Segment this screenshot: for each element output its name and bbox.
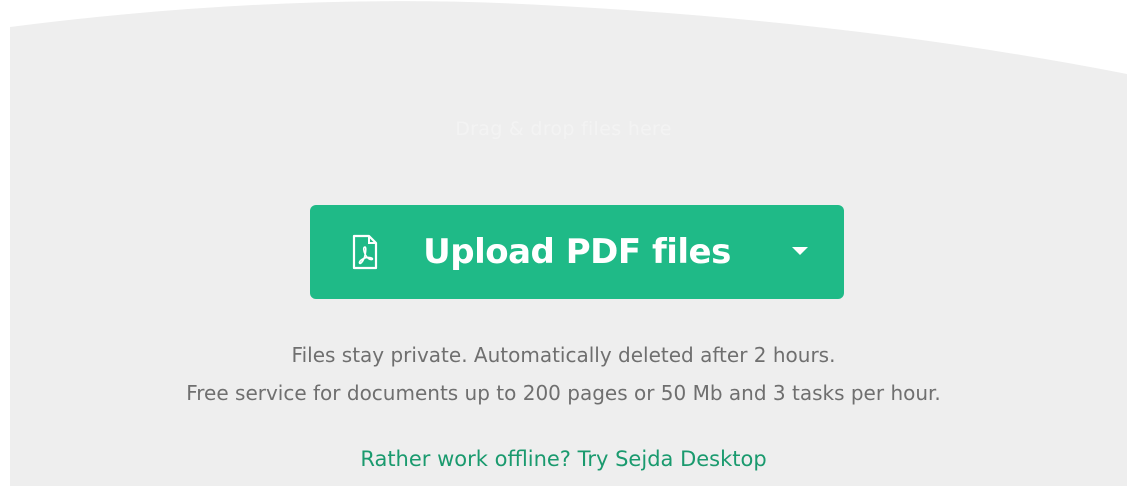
upload-page: Drag & drop files here Upload PDF files …	[0, 0, 1127, 486]
privacy-note: Files stay private. Automatically delete…	[291, 343, 836, 367]
caret-down-icon[interactable]	[792, 247, 808, 255]
drop-zone-hint: Drag & drop files here	[455, 118, 672, 140]
sejda-desktop-link[interactable]: Rather work offline? Try Sejda Desktop	[0, 447, 1127, 471]
upload-pdf-button[interactable]: Upload PDF files	[310, 205, 844, 299]
limits-note: Free service for documents up to 200 pag…	[186, 381, 941, 405]
upload-button-label: Upload PDF files	[423, 232, 731, 272]
